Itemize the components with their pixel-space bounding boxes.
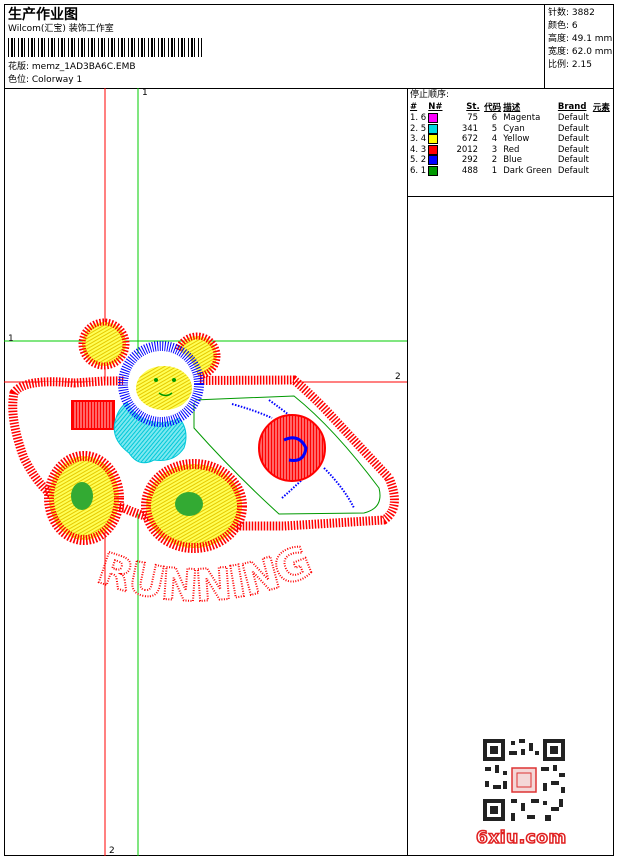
row-element [593,145,612,156]
row-stitches: 2012 [456,144,479,155]
row-brand: Default [557,165,589,176]
design-file-label: 花版: memz_1AD3BA6C.EMB [8,62,136,72]
row-brand: Default [557,134,589,145]
row-index: 6. 1 [410,165,427,176]
color-swatch [428,144,444,156]
row-stitches: 75 [467,113,479,124]
row-index: 3. 4 [410,134,427,145]
row-code: 5 [491,123,498,134]
page-title: 生产作业图 [8,7,78,23]
wheel-right-hub [175,492,203,516]
row-element [593,113,612,124]
ball [258,414,326,482]
stat-scale: 比例: 2.15 [548,60,592,70]
wheel-left-hub [71,482,93,510]
row-description: Red [503,144,520,155]
row-stitches: 672 [461,134,479,145]
row-element [593,155,612,166]
col-description: 描述 [503,103,521,113]
thread-color-swatch [428,113,439,123]
company-name: Wilcom(汇宝) 装饰工作室 [8,24,114,34]
row-description: Cyan [503,123,525,134]
col-element: 元素 [592,103,610,113]
row-description: Yellow [503,134,530,145]
row-description: Dark Green [503,165,552,176]
red-block [71,400,115,430]
col-stitches: St. [466,102,480,112]
row-code: 4 [491,134,498,145]
color-swatch [428,134,444,145]
thread-color-swatch [428,123,439,134]
red-v-guide-label: 2 [109,846,115,856]
running-text: RUNNING [92,536,319,612]
green-v-guide-label: 1 [142,88,148,98]
color-swatch [428,123,444,135]
row-brand: Default [557,113,589,124]
table-row: 1. 6 75 6 Magenta Default [410,113,612,124]
color-swatch [428,113,444,124]
row-brand: Default [557,144,589,155]
color-swatch [428,155,444,166]
stop-sequence-title: 停止顺序: [410,90,450,100]
row-index: 1. 6 [410,113,427,124]
bear-face [136,366,192,410]
row-code: 6 [491,113,498,124]
row-brand: Default [557,123,589,134]
stats-panel: 针数: 3882 颜色: 6 高度: 49.1 mm 宽度: 62.0 mm 比… [548,7,612,72]
row-index: 2. 5 [410,123,427,134]
row-description: Magenta [503,113,541,124]
row-code: 3 [491,144,498,155]
col-index: # [410,102,418,112]
stats-divider [544,4,545,88]
col-brand: Brand [557,102,587,112]
design-canvas: RUNNING [4,88,407,856]
thread-color-swatch [428,134,439,144]
thread-color-swatch [428,144,439,155]
row-element [593,166,612,177]
stat-width: 宽度: 62.0 mm [548,47,613,57]
thread-color-swatch [428,165,439,176]
col-needle: N# [428,102,443,112]
stat-colors: 颜色: 6 [548,21,578,31]
row-code: 2 [491,155,498,166]
table-bottom-line [407,196,614,197]
panel-divider [407,88,408,856]
artwork: RUNNING [8,318,399,613]
row-stitches: 488 [461,165,479,176]
red-h-guide-label: 2 [395,372,401,382]
stat-stitches: 针数: 3882 [548,8,595,18]
table-row: 6. 1 488 1 Dark Green Default [410,165,612,177]
qr-code [481,737,567,823]
row-stitches: 292 [461,155,479,166]
colorway-label: 色位: Colorway 1 [8,75,83,85]
color-swatch [428,165,444,177]
row-index: 4. 3 [410,144,427,155]
stop-sequence-table: # N# St. 代码 描述 Brand 元素 1. 6 75 6 Magenta De… [410,101,612,176]
row-element [593,124,612,135]
row-description: Blue [503,155,523,166]
watermark-text: 6xiu.com [475,827,567,849]
col-code: 代码 [484,103,502,113]
row-index: 5. 2 [410,155,427,166]
stat-height: 高度: 49.1 mm [548,34,613,44]
barcode [8,38,202,57]
table-header-row: # N# St. 代码 描述 Brand 元素 [410,101,612,113]
green-h-guide-label: 1 [8,334,14,344]
thread-color-swatch [428,155,439,165]
table-row: 5. 2 292 2 Blue Default [410,155,612,166]
row-brand: Default [557,155,589,166]
row-code: 1 [491,165,498,176]
table-row: 4. 3 2012 3 Red Default [410,144,612,156]
bear-eye-right [172,378,176,382]
table-row: 2. 5 341 5 Cyan Default [410,123,612,135]
bear-eye-left [154,378,158,382]
row-stitches: 341 [461,123,479,134]
row-element [593,134,612,145]
table-row: 3. 4 672 4 Yellow Default [410,134,612,145]
bear-left-ear [78,318,130,370]
